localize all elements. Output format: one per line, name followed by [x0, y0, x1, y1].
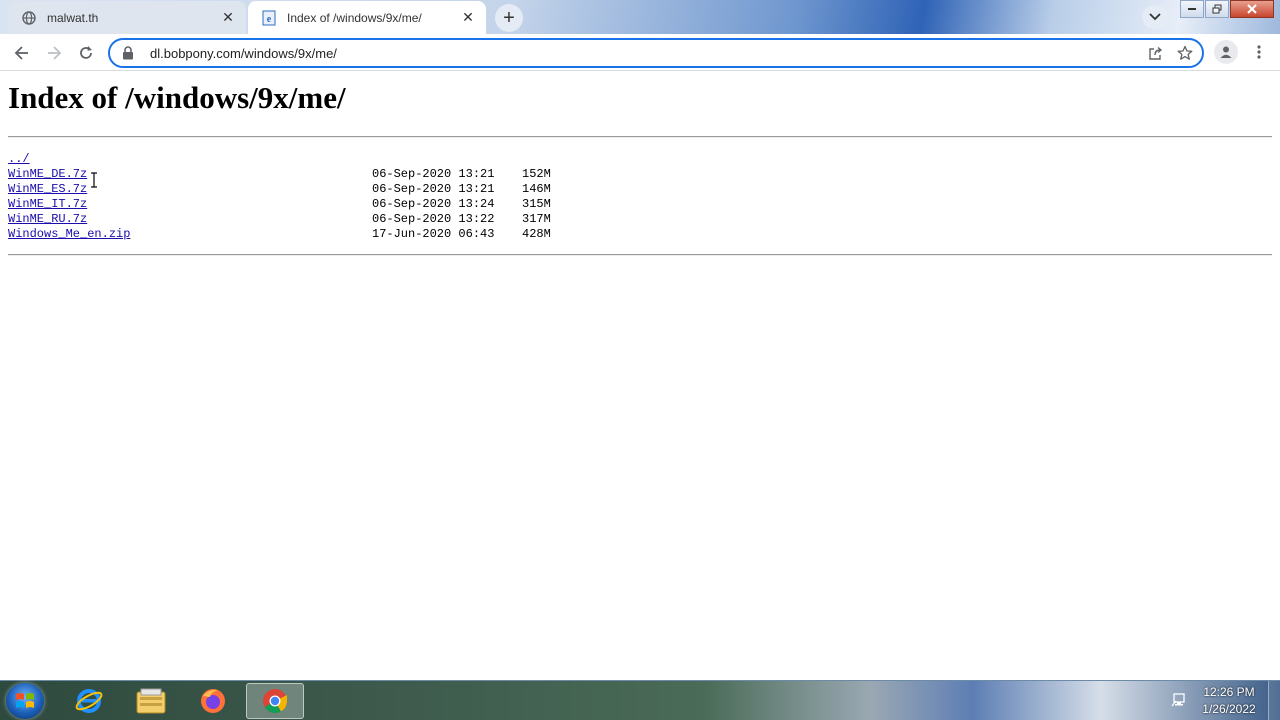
profile-button[interactable]: [1214, 40, 1238, 64]
file-size: 146M: [522, 182, 551, 196]
restore-icon: [1212, 4, 1222, 14]
lock-icon[interactable]: [122, 46, 136, 60]
tab-label: malwat.th: [47, 10, 99, 25]
minimize-button[interactable]: [1180, 0, 1204, 18]
new-tab-button[interactable]: +: [495, 4, 523, 32]
clock-time: 12:26 PM: [1203, 685, 1255, 699]
file-link[interactable]: WinME_DE.7z: [8, 167, 87, 182]
close-window-button[interactable]: [1230, 0, 1274, 18]
tab-malwat[interactable]: malwat.th ✕: [8, 1, 246, 34]
file-size: 428M: [522, 227, 551, 241]
internet-explorer-icon: [75, 689, 103, 713]
browser-toolbar: dl.bobpony.com/windows/9x/me/: [0, 34, 1280, 71]
page-content: Index of /windows/9x/me/ ../ WinME_DE.7z…: [0, 71, 1280, 680]
minimize-icon: [1188, 8, 1196, 10]
file-size: 315M: [522, 197, 551, 211]
windows-logo-icon: [16, 693, 34, 708]
share-icon: [1148, 46, 1162, 60]
divider: [8, 254, 1272, 256]
share-button[interactable]: [1142, 40, 1168, 66]
network-tray-icon[interactable]: [1170, 689, 1188, 711]
chevron-down-icon: [1149, 13, 1161, 21]
file-link[interactable]: WinME_ES.7z: [8, 182, 87, 197]
chrome-taskbar-button[interactable]: [246, 683, 304, 719]
show-desktop-button[interactable]: [1268, 681, 1280, 720]
divider: [8, 136, 1272, 138]
browser-titlebar: malwat.th ✕ e Index of /windows/9x/me/ ✕…: [0, 0, 1280, 34]
file-link[interactable]: WinME_RU.7z: [8, 212, 87, 227]
clock-date: 1/26/2022: [1202, 702, 1256, 716]
firefox-taskbar-button[interactable]: [184, 683, 242, 719]
globe-icon: [21, 10, 37, 26]
file-date: 17-Jun-2020 06:43: [372, 227, 495, 241]
file-size: 152M: [522, 167, 551, 181]
reload-icon: [80, 46, 92, 59]
file-date: 06-Sep-2020 13:22: [372, 212, 495, 226]
window-controls: [1179, 0, 1274, 20]
kebab-menu-icon: [1257, 45, 1261, 59]
restore-button[interactable]: [1205, 0, 1229, 18]
file-link[interactable]: WinME_IT.7z: [8, 197, 87, 212]
reload-button[interactable]: [72, 39, 100, 67]
person-icon: [1220, 46, 1232, 58]
file-explorer-taskbar-button[interactable]: [122, 683, 180, 719]
tab-index-of[interactable]: e Index of /windows/9x/me/ ✕: [248, 1, 486, 34]
browser-menu-button[interactable]: [1248, 40, 1270, 64]
address-bar[interactable]: dl.bobpony.com/windows/9x/me/: [108, 38, 1204, 68]
file-link[interactable]: Windows_Me_en.zip: [8, 227, 130, 242]
bookmark-button[interactable]: [1172, 40, 1198, 66]
taskbar: 12:26 PM 1/26/2022: [0, 680, 1280, 720]
file-explorer-icon: [136, 688, 166, 714]
file-date: 06-Sep-2020 13:21: [372, 182, 495, 196]
tab-close-icon[interactable]: ✕: [218, 8, 238, 28]
forward-button[interactable]: [40, 39, 68, 67]
firefox-icon: [201, 689, 225, 713]
internet-explorer-taskbar-button[interactable]: [60, 683, 118, 719]
star-icon: [1177, 45, 1193, 60]
page-title: Index of /windows/9x/me/: [8, 80, 346, 115]
tab-close-icon[interactable]: ✕: [458, 8, 478, 28]
text-cursor-icon: [91, 172, 97, 188]
file-date: 06-Sep-2020 13:21: [372, 167, 495, 181]
tab-label: Index of /windows/9x/me/: [287, 10, 422, 25]
file-date: 06-Sep-2020 13:24: [372, 197, 495, 211]
parent-directory-link[interactable]: ../: [8, 152, 30, 167]
url-text[interactable]: dl.bobpony.com/windows/9x/me/: [150, 46, 1142, 61]
back-arrow-icon: [14, 46, 28, 60]
system-clock[interactable]: 12:26 PM 1/26/2022: [1196, 684, 1262, 718]
chrome-icon: [263, 689, 287, 714]
close-icon: [1247, 4, 1257, 14]
forward-arrow-icon: [48, 46, 62, 60]
start-button[interactable]: [6, 683, 44, 719]
back-button[interactable]: [8, 39, 36, 67]
tab-search-button[interactable]: [1142, 5, 1168, 29]
page-icon: e: [261, 10, 277, 26]
svg-text:e: e: [267, 14, 272, 25]
file-size: 317M: [522, 212, 551, 226]
